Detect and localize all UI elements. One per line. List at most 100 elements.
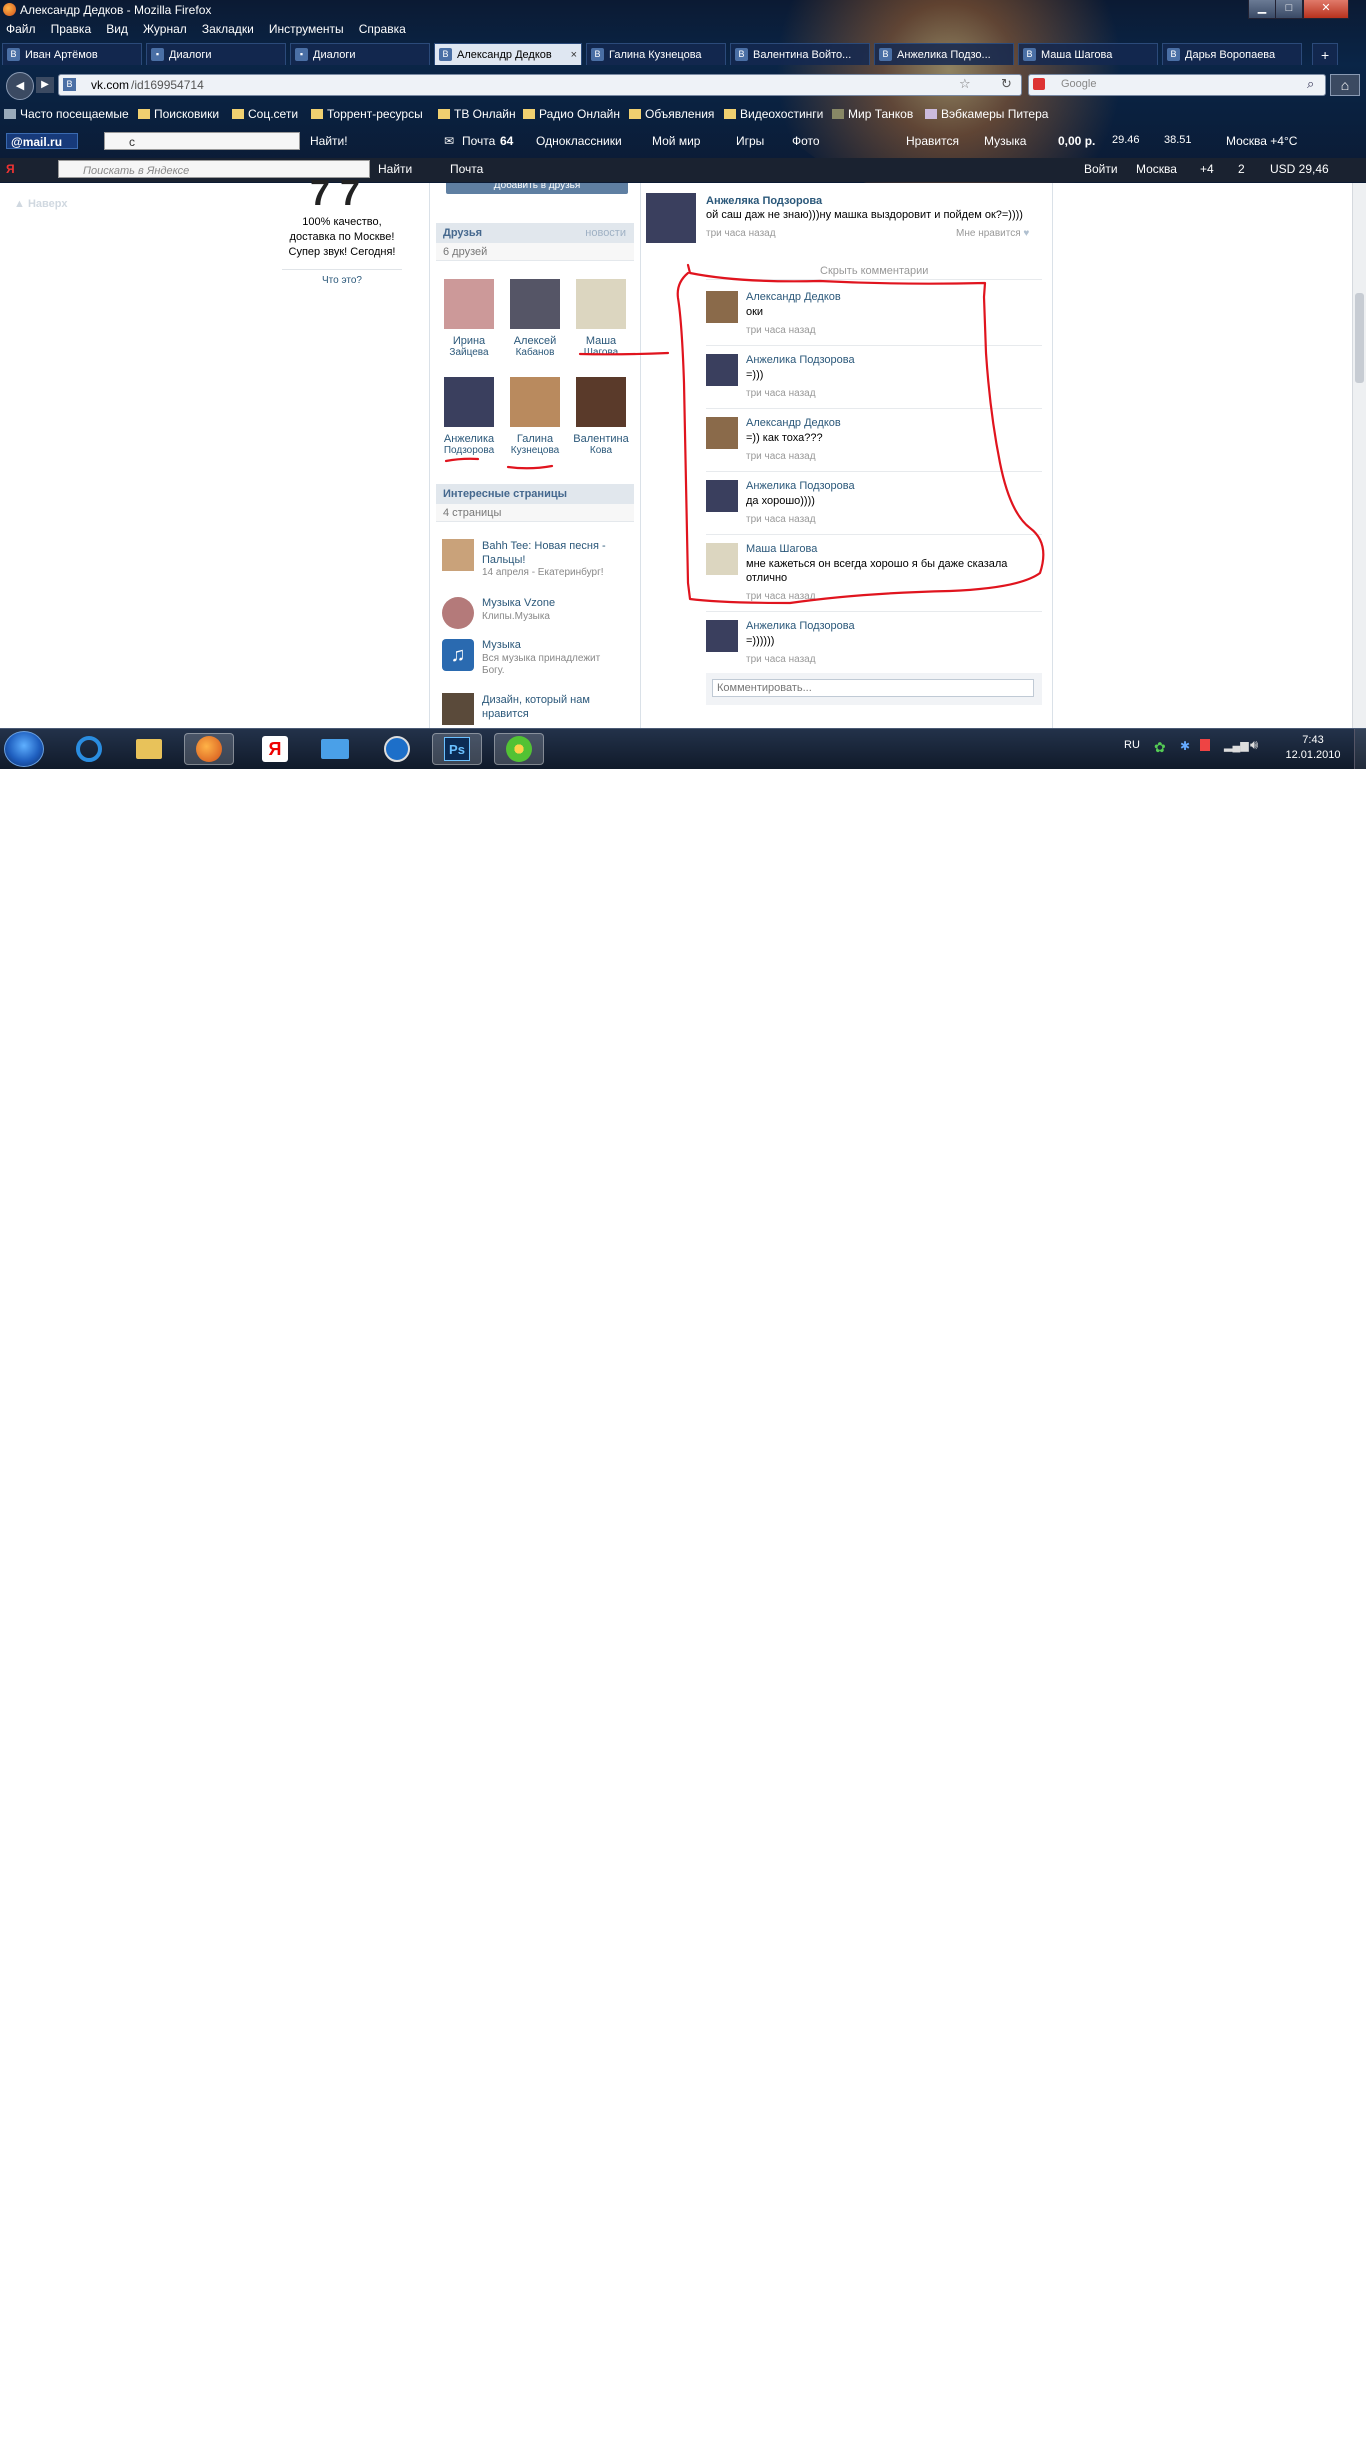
bookmark-tanks[interactable]: Мир Танков: [832, 107, 913, 121]
menu-bookmarks[interactable]: Закладки: [202, 22, 254, 36]
firefox-icon[interactable]: [184, 733, 234, 765]
volume-icon[interactable]: 🔊︎: [1250, 737, 1258, 753]
bookmarks-bar: Часто посещаемые Поисковики Соц.сети Тор…: [0, 104, 1366, 126]
menu-history[interactable]: Журнал: [143, 22, 187, 36]
minimize-button[interactable]: ▁: [1248, 0, 1276, 19]
tab-label: Маша Шагова: [1041, 49, 1113, 61]
tab-darya[interactable]: B Дарья Воропаева: [1162, 43, 1302, 65]
mailru-search-input[interactable]: с: [104, 132, 300, 150]
mail-icon[interactable]: ✉: [444, 134, 454, 148]
menu-help[interactable]: Справка: [359, 22, 406, 36]
tab-dialogs-1[interactable]: ▪ Диалоги: [146, 43, 286, 65]
media-player-icon[interactable]: [372, 733, 422, 765]
yandex-placeholder: Поискать в Яндексе: [83, 165, 190, 177]
yandex-icon[interactable]: Я: [250, 733, 300, 765]
yandex-mail-link[interactable]: Почта: [450, 162, 483, 176]
annotation-masha-underline: [578, 351, 670, 356]
login-link[interactable]: Войти: [1084, 162, 1118, 176]
network-icon[interactable]: ▂▄▆: [1224, 739, 1249, 752]
tab-masha[interactable]: B Маша Шагова: [1018, 43, 1158, 65]
usd-value: USD 29,46: [1270, 162, 1329, 176]
search-bar[interactable]: Google ⌕: [1028, 74, 1326, 96]
counter-value: 2: [1238, 162, 1245, 176]
navigation-bar: ◀ ▶ B vk.com /id169954714 ↻ ☆ Google ⌕ ⌂: [0, 70, 1366, 100]
tab-ivan[interactable]: B Иван Артёмов: [2, 43, 142, 65]
bookmark-star-icon[interactable]: ☆: [959, 76, 971, 92]
clock-date: 12.01.2010: [1285, 749, 1341, 761]
games-link[interactable]: Игры: [736, 134, 764, 148]
yandex-toolbar: Я Поискать в Яндексе Найти Почта Войти М…: [0, 158, 1366, 182]
tab-label: Валентина Войто...: [753, 49, 852, 61]
address-bar[interactable]: B vk.com /id169954714 ↻ ☆: [58, 74, 1022, 96]
my-world-link[interactable]: Мой мир: [652, 134, 700, 148]
maximize-button[interactable]: □: [1275, 0, 1303, 19]
folder-icon[interactable]: [124, 733, 174, 765]
tray-icq-icon[interactable]: ✿: [1154, 739, 1166, 756]
bookmark-label: Торрент-ресурсы: [327, 107, 423, 121]
photo-link[interactable]: Фото: [792, 134, 820, 148]
title-bar: Александр Дедков - Mozilla Firefox ▁ □ ✕: [0, 0, 1366, 20]
language-indicator[interactable]: RU: [1124, 739, 1140, 751]
reload-icon[interactable]: ↻: [1001, 76, 1012, 92]
start-button[interactable]: [4, 731, 44, 767]
forward-button[interactable]: ▶: [36, 77, 54, 93]
new-tab-button[interactable]: +: [1312, 43, 1338, 65]
vk-icon: B: [1167, 48, 1180, 61]
bookmark-torrent[interactable]: Торрент-ресурсы: [311, 107, 423, 121]
tab-close-icon[interactable]: ×: [571, 44, 577, 65]
mailru-logo[interactable]: @mail.ru: [6, 133, 78, 149]
yandex-logo[interactable]: Я: [6, 162, 15, 176]
vk-icon: B: [7, 48, 20, 61]
vk-icon: B: [879, 48, 892, 61]
yandex-find-button[interactable]: Найти: [378, 162, 412, 176]
city-link[interactable]: Москва: [1136, 162, 1177, 176]
close-button[interactable]: ✕: [1303, 0, 1349, 19]
tab-galina[interactable]: B Галина Кузнецова: [586, 43, 726, 65]
bookmark-search[interactable]: Поисковики: [138, 107, 219, 121]
ie-icon[interactable]: [64, 733, 114, 765]
tray-flag-icon[interactable]: [1200, 739, 1210, 751]
tab-label: Иван Артёмов: [25, 49, 98, 61]
menu-edit[interactable]: Правка: [51, 22, 92, 36]
tab-valentina[interactable]: B Валентина Войто...: [730, 43, 870, 65]
bookmark-frequent[interactable]: Часто посещаемые: [4, 107, 129, 121]
bookmark-radio[interactable]: Радио Онлайн: [523, 107, 620, 121]
back-button[interactable]: ◀: [6, 72, 34, 100]
weather-link[interactable]: Москва +4°C: [1226, 134, 1297, 148]
bookmark-label: Вэбкамеры Питера: [941, 107, 1049, 121]
icq-icon[interactable]: [494, 733, 544, 765]
show-desktop-button[interactable]: [1354, 729, 1366, 769]
clock[interactable]: 7:43 12.01.2010: [1278, 733, 1348, 763]
eur-rate: 38.51: [1164, 134, 1192, 146]
chat-icon: ▪: [151, 48, 164, 61]
bluetooth-icon[interactable]: ✱: [1180, 739, 1190, 753]
vk-page: ▲ Наверх 7 7 100% качество, доставка по …: [0, 175, 1366, 729]
usd-rate: 29.46: [1112, 134, 1140, 146]
bookmark-label: ТВ Онлайн: [454, 107, 516, 121]
bookmark-tv[interactable]: ТВ Онлайн: [438, 107, 516, 121]
odnoklassniki-link[interactable]: Одноклассники: [536, 134, 622, 148]
music-link[interactable]: Музыка: [984, 134, 1026, 148]
photoshop-icon[interactable]: Ps: [432, 733, 482, 765]
mail-link[interactable]: Почта: [462, 134, 495, 148]
bookmark-social[interactable]: Соц.сети: [232, 107, 298, 121]
likes-link[interactable]: Нравится: [906, 134, 959, 148]
menu-view[interactable]: Вид: [106, 22, 128, 36]
annotation-overlay: [444, 263, 1045, 605]
bookmark-webcams[interactable]: Вэбкамеры Питера: [925, 107, 1048, 121]
tab-dedkov[interactable]: B Александр Дедков ×: [434, 43, 582, 65]
mail-icon[interactable]: [310, 733, 360, 765]
tab-dialogs-2[interactable]: ▪ Диалоги: [290, 43, 430, 65]
bookmark-video[interactable]: Видеохостинги: [724, 107, 823, 121]
menu-tools[interactable]: Инструменты: [269, 22, 344, 36]
home-button[interactable]: ⌂: [1330, 74, 1360, 96]
menu-file[interactable]: Файл: [6, 22, 36, 36]
tab-label: Диалоги: [169, 49, 212, 61]
tab-anzhelika[interactable]: B Анжелика Подзо...: [874, 43, 1014, 65]
bookmark-label: Видеохостинги: [740, 107, 824, 121]
annotation-anzhelika-underline: [444, 457, 480, 463]
mailru-find-button[interactable]: Найти!: [310, 134, 348, 148]
bookmark-ads[interactable]: Объявления: [629, 107, 714, 121]
bookmark-label: Объявления: [645, 107, 715, 121]
search-icon[interactable]: ⌕: [1307, 76, 1314, 92]
